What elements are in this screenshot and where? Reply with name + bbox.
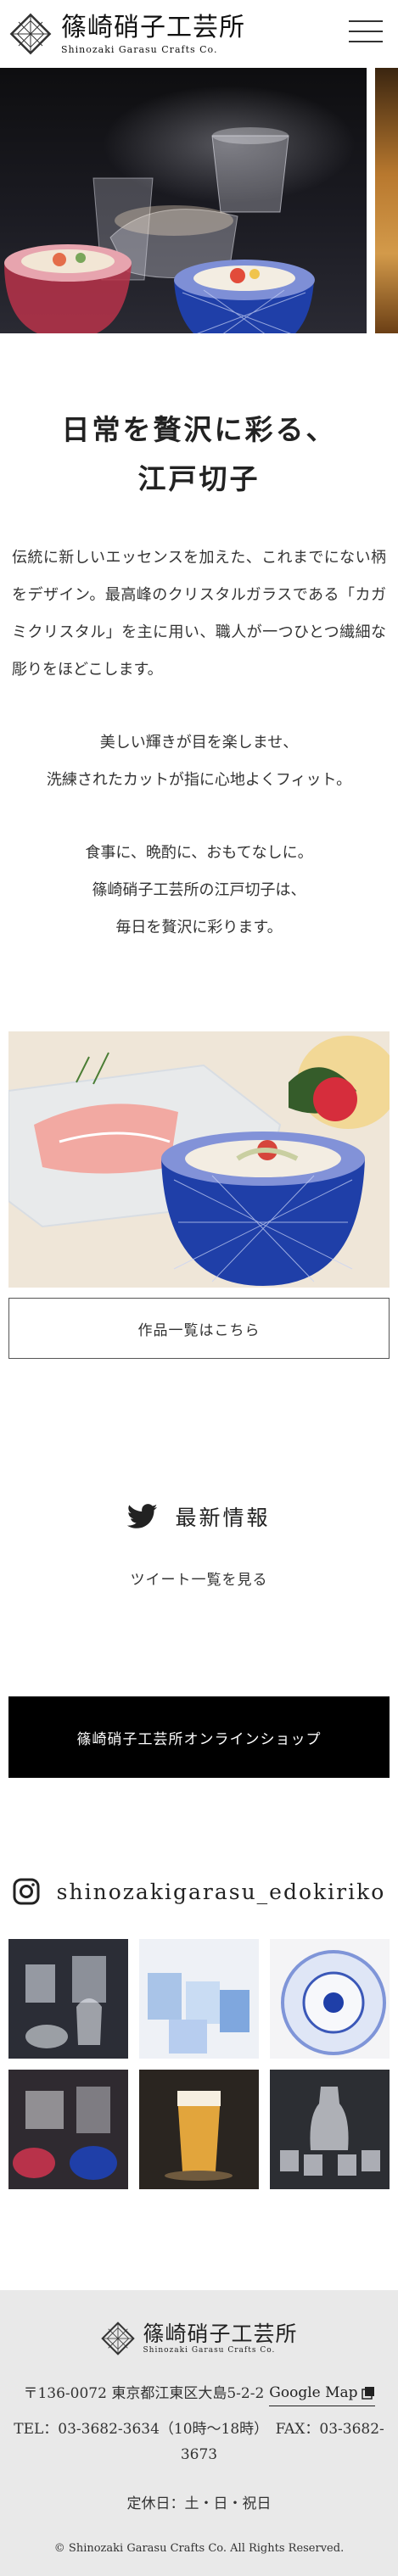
closing-line-1: 食事に、晩酌に、おもてなしに。 <box>85 844 313 862</box>
instagram-header[interactable]: shinozakigarasu_edokiriko <box>0 1878 398 1905</box>
site-header: 篠崎硝子工芸所 Shinozaki Garasu Crafts Co. <box>0 0 398 68</box>
footer-address: 〒136-0072 東京都江東区大島5-2-2 <box>23 2384 265 2402</box>
sashimi-kiriko-photo <box>8 1031 390 1288</box>
instagram-grid <box>8 1939 390 2189</box>
headline-line-1: 日常を贅沢に彩る、 <box>61 413 337 446</box>
footer-logo[interactable]: 篠崎硝子工芸所 Shinozaki Garasu Crafts Co. <box>0 2321 398 2356</box>
external-link-icon <box>361 2387 374 2400</box>
feature-line-1: 美しい輝きが目を楽しませ、 <box>99 734 299 752</box>
footer-copyright: © Shinozaki Garasu Crafts Co. All Rights… <box>53 2542 345 2555</box>
footer-logo-japanese: 篠崎硝子工芸所 <box>143 2322 298 2346</box>
closing-line-3: 毎日を贅沢に彩ります。 <box>115 919 283 936</box>
sake-set-image <box>270 2070 390 2189</box>
feature-line-2: 洗練されたカットが指に心地よくフィット。 <box>46 771 352 789</box>
sashimi-kiriko-illustration <box>8 1031 390 1288</box>
instagram-post[interactable] <box>270 1939 390 2059</box>
footer-address-row: 〒136-0072 東京都江東区大島5-2-2 Google Map <box>0 2380 398 2406</box>
colored-glass-set-image <box>8 2070 128 2189</box>
menu-bar <box>349 31 383 32</box>
hero-glassware-illustration <box>4 127 315 333</box>
tweet-list-link[interactable]: ツイート一覧を見る <box>0 1567 398 1589</box>
footer-tel-fax: TEL：03-3682-3634（10時〜18時） FAX：03-3682-36… <box>14 2421 384 2463</box>
closing-paragraph: 食事に、晩酌に、おもてなしに。 篠崎硝子工芸所の江戸切子は、 毎日を贅沢に彩りま… <box>0 835 398 947</box>
instagram-handle: shinozakigarasu_edokiriko <box>56 1879 386 1904</box>
beer-glass-image <box>139 2070 259 2189</box>
menu-bar <box>349 41 383 42</box>
online-shop-button[interactable]: 篠崎硝子工芸所オンラインショップ <box>8 1696 390 1778</box>
twitter-icon <box>127 1504 158 1528</box>
logo-english: Shinozaki Garasu Crafts Co. <box>61 43 218 55</box>
headline-line-2: 江戸切子 <box>137 462 261 495</box>
blue-cut-glasses-image <box>139 1939 259 2059</box>
main-headline: 日常を贅沢に彩る、 江戸切子 <box>0 405 398 504</box>
hero-next-slide-peek[interactable] <box>375 68 398 333</box>
footer-closed-days: 定休日：土・日・祝日 <box>126 2495 272 2512</box>
instagram-post[interactable] <box>270 2070 390 2189</box>
footer-logo-mark-icon <box>101 2322 136 2355</box>
hero-slider[interactable] <box>0 68 398 333</box>
instagram-icon <box>13 1878 40 1905</box>
intro-paragraph: 伝統に新しいエッセンスを加えた、これまでにない柄をデザイン。最高峰のクリスタルガ… <box>12 549 386 679</box>
hero-image-kiriko-bowls <box>0 68 367 333</box>
news-section: 最新情報 ツイート一覧を見る <box>0 1501 398 1589</box>
blue-plate-image <box>270 1939 390 2059</box>
clear-glass-set-image <box>8 1939 128 2059</box>
instagram-post[interactable] <box>139 1939 259 2059</box>
logo-mark-icon[interactable] <box>8 12 53 56</box>
closing-line-2: 篠崎硝子工芸所の江戸切子は、 <box>92 881 306 899</box>
site-footer: 篠崎硝子工芸所 Shinozaki Garasu Crafts Co. 〒136… <box>0 2290 398 2576</box>
news-title: 最新情報 <box>0 1501 398 1532</box>
logo-japanese: 篠崎硝子工芸所 <box>61 12 245 42</box>
hamburger-menu-icon[interactable] <box>349 20 383 46</box>
page: 篠崎硝子工芸所 Shinozaki Garasu Crafts Co. 日常を贅… <box>0 0 398 2576</box>
works-list-button[interactable]: 作品一覧はこちら <box>8 1298 390 1359</box>
instagram-post[interactable] <box>139 2070 259 2189</box>
footer-logo-english: Shinozaki Garasu Crafts Co. <box>143 2346 276 2355</box>
menu-bar <box>349 20 383 22</box>
google-map-link[interactable]: Google Map <box>269 2380 375 2406</box>
feature-paragraph: 美しい輝きが目を楽しませ、 洗練されたカットが指に心地よくフィット。 <box>0 724 398 799</box>
instagram-post[interactable] <box>8 1939 128 2059</box>
news-title-text: 最新情報 <box>175 1506 271 1530</box>
google-map-label: Google Map <box>269 2384 358 2401</box>
instagram-post[interactable] <box>8 2070 128 2189</box>
logo-text[interactable]: 篠崎硝子工芸所 Shinozaki Garasu Crafts Co. <box>61 12 245 55</box>
